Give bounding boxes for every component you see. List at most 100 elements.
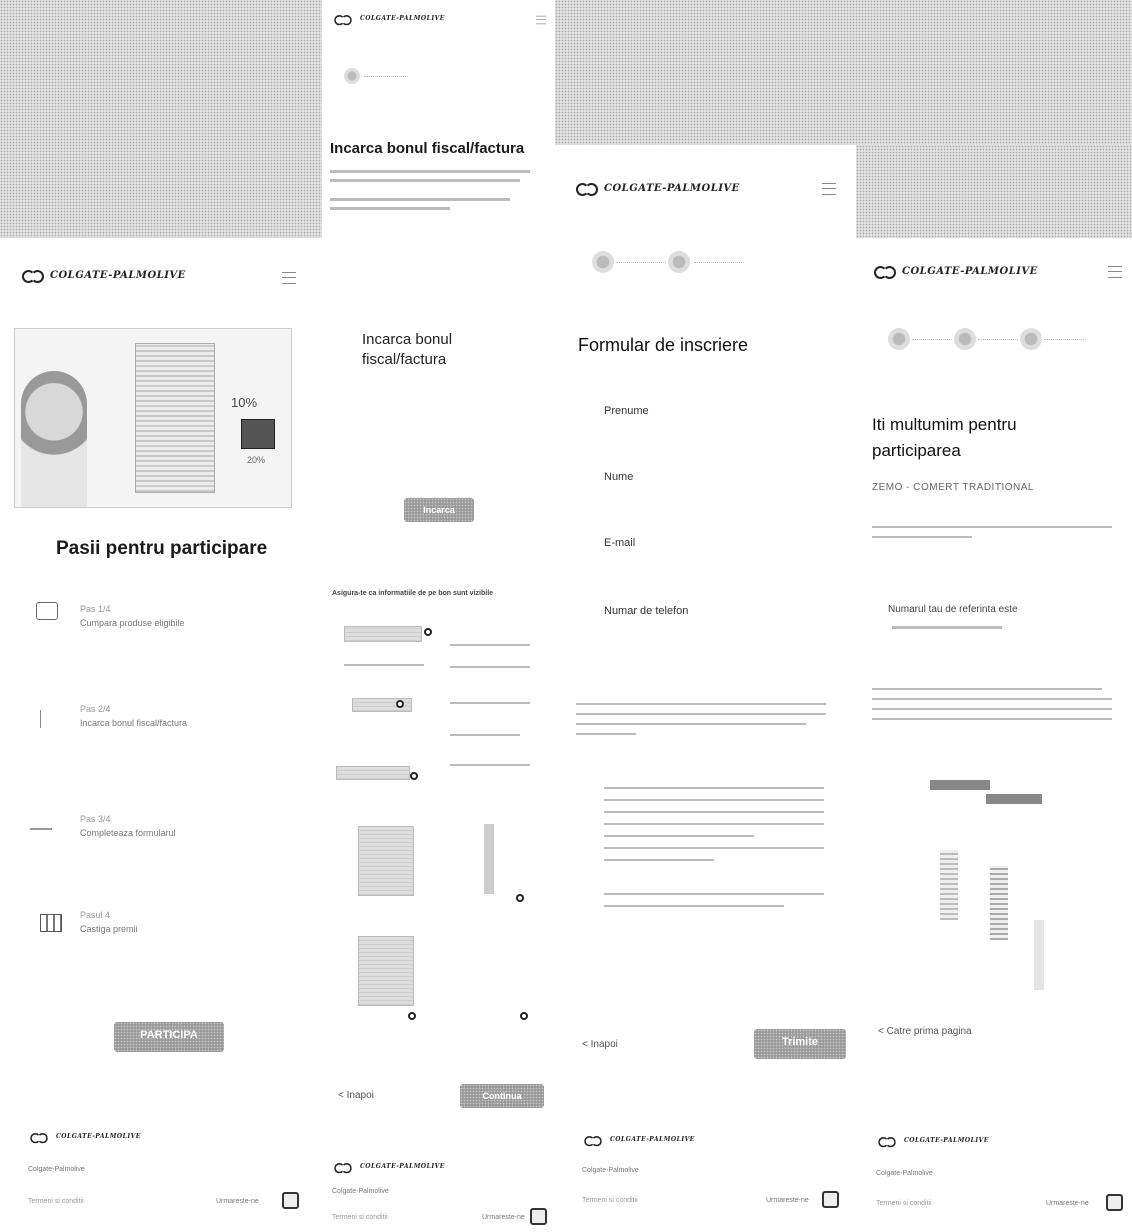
- first-name-label: Prenume: [604, 405, 649, 417]
- submit-button[interactable]: Trimite: [754, 1029, 846, 1059]
- footer-copyright: Colgate-Palmolive: [332, 1188, 389, 1195]
- colgate-logo[interactable]: COLGATE-PALMOLIVE: [22, 268, 186, 283]
- background-band-right: [555, 0, 1132, 145]
- hint-line: [450, 764, 530, 766]
- hero-badge-2: 20%: [247, 455, 266, 465]
- footer-logo[interactable]: COLGATE-PALMOLIVE: [332, 1160, 445, 1174]
- footer-follow: Urmareste-ne: [482, 1214, 525, 1221]
- menu-icon[interactable]: [822, 183, 836, 195]
- colgate-logo[interactable]: COLGATE-PALMOLIVE: [332, 12, 445, 26]
- back-button[interactable]: < Inapoi: [338, 1090, 374, 1101]
- continue-button[interactable]: Continua: [460, 1084, 544, 1108]
- upload-info-heading: Asigura-te ca informatiile de pe bon sun…: [332, 590, 494, 597]
- colgate-logo-icon: [878, 1135, 896, 1148]
- step-circle: [344, 68, 360, 84]
- social-icon[interactable]: [282, 1192, 299, 1209]
- hero-badge-square: [241, 419, 275, 449]
- footer-logo[interactable]: COLGATE-PALMOLIVE: [28, 1130, 141, 1144]
- social-icon[interactable]: [822, 1191, 839, 1208]
- check-icon: [396, 700, 404, 708]
- step-connector: [694, 262, 744, 263]
- footer-logo[interactable]: COLGATE-PALMOLIVE: [876, 1134, 989, 1148]
- step-circle: [954, 328, 976, 350]
- thanks-title: Iti multumim pentru participarea: [872, 415, 1017, 460]
- phone-label: Numar de telefon: [604, 605, 689, 617]
- participate-button[interactable]: PARTICIPA: [114, 1022, 224, 1052]
- thanks-info: [872, 688, 1122, 720]
- receipt-photo: [358, 936, 414, 1006]
- upload-title: Incarca bonul fiscal/factura: [330, 140, 525, 157]
- upload-screen: Incarca bonul fiscal/factura Incarca Asi…: [324, 240, 554, 1232]
- steps-screen: COLGATE-PALMOLIVE 10% 20% Pasii pentru p…: [0, 240, 322, 1232]
- campaign-name: ZEMO - COMERT TRADITIONAL: [872, 482, 1034, 493]
- step-number: Pas 1/4: [80, 604, 111, 614]
- step-connector: [364, 76, 408, 77]
- terms-text: [604, 787, 834, 907]
- footer-follow: Urmareste-ne: [216, 1198, 259, 1205]
- gift-icon: [40, 914, 62, 932]
- check-icon: [516, 894, 524, 902]
- colgate-logo[interactable]: COLGATE-PALMOLIVE: [874, 264, 1038, 279]
- check-icon: [408, 1012, 416, 1020]
- social-icon[interactable]: [530, 1208, 547, 1225]
- thanks-description: [872, 526, 1112, 528]
- step-text: Castiga premii: [80, 924, 138, 934]
- footer-follow: Urmareste-ne: [766, 1197, 809, 1204]
- step-number: Pas 3/4: [80, 814, 111, 824]
- email-label: E-mail: [604, 537, 636, 549]
- steps-title: Pasii pentru participare: [56, 538, 268, 559]
- upload-description: [330, 170, 540, 210]
- step-circle: [888, 328, 910, 350]
- colgate-logo-icon: [334, 1161, 352, 1174]
- home-link[interactable]: < Catre prima pagina: [878, 1026, 972, 1037]
- step-circle: [1020, 328, 1042, 350]
- reference-label: Numarul tau de referinta este: [888, 604, 1018, 615]
- upload-preview-panel: COLGATE-PALMOLIVE Incarca bonul fiscal/f…: [324, 0, 554, 238]
- thanks-screen: COLGATE-PALMOLIVE Iti multumim pentru pa…: [856, 240, 1132, 1232]
- reference-number: [892, 626, 1002, 629]
- step-number: Pasul 4: [80, 910, 111, 920]
- form-screen: COLGATE-PALMOLIVE Formular de inscriere …: [556, 147, 854, 1232]
- footer-logo[interactable]: COLGATE-PALMOLIVE: [582, 1133, 695, 1147]
- step-circle: [592, 251, 614, 273]
- thanks-description: [872, 536, 972, 538]
- step-text: Cumpara produse eligibile: [80, 618, 185, 628]
- receipt-photo-bad: [464, 824, 514, 894]
- upload-button[interactable]: Incarca: [404, 498, 474, 522]
- menu-icon[interactable]: [1108, 266, 1122, 278]
- step-number: Pas 2/4: [80, 704, 111, 714]
- step-connector: [1044, 339, 1084, 340]
- step-text: Completeaza formularul: [80, 828, 176, 838]
- background-band-right-lower: [856, 145, 1132, 238]
- form-icon: [30, 828, 52, 830]
- receipt-photo: [358, 826, 414, 896]
- footer-links[interactable]: Termeni si conditii: [332, 1214, 388, 1221]
- footer-links[interactable]: Termeni si conditii: [28, 1198, 84, 1205]
- last-name-label: Nume: [604, 471, 634, 483]
- check-icon: [520, 1012, 528, 1020]
- step-connector: [978, 339, 1018, 340]
- social-icon[interactable]: [1106, 1194, 1123, 1211]
- promo-image: [930, 780, 1056, 990]
- colgate-logo-icon: [584, 1134, 602, 1147]
- receipt-example: [336, 766, 410, 780]
- colgate-logo[interactable]: COLGATE-PALMOLIVE: [576, 181, 740, 196]
- back-button[interactable]: < Inapoi: [582, 1039, 618, 1050]
- background-band-left: [0, 0, 322, 238]
- consent-text: [576, 703, 836, 735]
- colgate-logo-icon: [874, 264, 896, 279]
- check-icon: [410, 772, 418, 780]
- footer-links[interactable]: Termeni si conditii: [582, 1197, 638, 1204]
- hint-line: [450, 644, 530, 646]
- upload-heading: Incarca bonul fiscal/factura: [362, 331, 453, 368]
- footer-copyright: Colgate-Palmolive: [582, 1167, 639, 1174]
- menu-icon[interactable]: [536, 15, 546, 25]
- hero-banner[interactable]: 10% 20%: [14, 328, 292, 508]
- hero-person-image: [21, 371, 87, 507]
- hint-line: [450, 666, 530, 668]
- menu-icon[interactable]: [282, 272, 296, 284]
- hint-line: [344, 664, 424, 666]
- cart-icon: [40, 710, 48, 728]
- footer-links[interactable]: Termeni si conditii: [876, 1200, 932, 1207]
- check-icon: [424, 628, 432, 636]
